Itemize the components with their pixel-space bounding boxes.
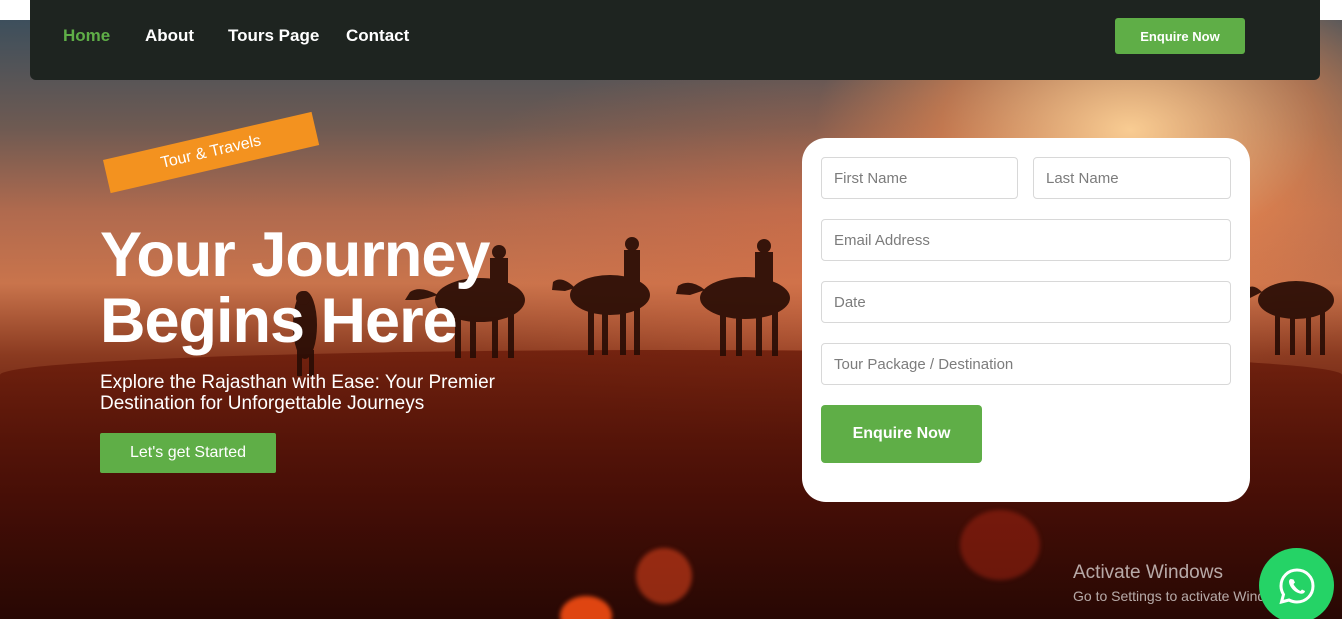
lets-get-started-button[interactable]: Let's get Started <box>100 433 276 473</box>
nav-enquire-now-button[interactable]: Enquire Now <box>1115 18 1245 54</box>
hero-title-line2: Begins Here <box>100 286 458 356</box>
nav-link-tours-page[interactable]: Tours Page <box>228 26 319 46</box>
nav-link-about[interactable]: About <box>145 26 194 46</box>
last-name-input[interactable] <box>1033 157 1231 199</box>
hero-title: Your Journey Begins Here <box>100 222 620 354</box>
form-enquire-now-button[interactable]: Enquire Now <box>821 405 982 463</box>
main-navbar: Home About Tours Page Contact Enquire No… <box>30 0 1320 80</box>
whatsapp-button[interactable] <box>1259 548 1334 619</box>
first-name-input[interactable] <box>821 157 1018 199</box>
date-input[interactable] <box>821 281 1231 323</box>
hero-subtitle: Explore the Rajasthan with Ease: Your Pr… <box>100 372 495 414</box>
whatsapp-icon <box>1278 567 1315 604</box>
enquiry-form: Enquire Now <box>802 138 1250 502</box>
nav-link-contact[interactable]: Contact <box>346 26 409 46</box>
nav-link-home[interactable]: Home <box>63 26 110 46</box>
tour-package-input[interactable] <box>821 343 1231 385</box>
hero-title-line1: Your Journey <box>100 220 490 290</box>
email-input[interactable] <box>821 219 1231 261</box>
